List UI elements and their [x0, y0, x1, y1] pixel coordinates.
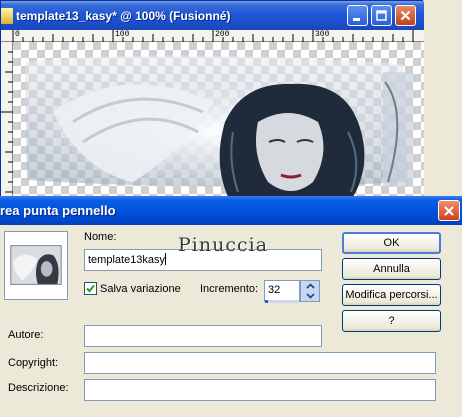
close-icon: [444, 205, 454, 216]
minimize-icon: [353, 18, 360, 21]
help-button[interactable]: ?: [342, 310, 441, 332]
increment-label: Incremento:: [200, 283, 259, 295]
increment-slider[interactable]: [265, 300, 299, 303]
description-label: Descrizione:: [8, 382, 69, 394]
copyright-input[interactable]: [84, 352, 436, 374]
save-variation-label: Salva variazione: [100, 283, 181, 295]
cancel-button[interactable]: Annulla: [342, 258, 441, 280]
increment-slider-fill: [265, 300, 269, 303]
name-label: Nome:: [84, 231, 117, 243]
document-icon: [1, 8, 13, 24]
author-label: Autore:: [8, 329, 44, 341]
chevron-up-icon: [305, 283, 315, 289]
maximize-icon: [376, 10, 387, 21]
canvas-area[interactable]: [1, 42, 424, 197]
close-icon: [400, 10, 411, 21]
increment-value: 32: [268, 284, 281, 296]
edit-paths-button[interactable]: Modifica percorsi...: [342, 284, 441, 306]
canvas-image[interactable]: [13, 42, 424, 197]
increment-down-button[interactable]: [301, 291, 319, 301]
image-window-titlebar[interactable]: template13_kasy* @ 100% (Fusionné): [1, 1, 424, 30]
text-caret: [165, 253, 167, 265]
vertical-ruler: [1, 42, 13, 197]
increment-input[interactable]: 32: [264, 280, 300, 302]
ruler-label: 300: [315, 30, 330, 39]
ruler-label: 200: [215, 30, 230, 39]
ruler-ticks: [12, 30, 414, 42]
copyright-label: Copyright:: [8, 357, 59, 369]
maximize-button[interactable]: [371, 5, 392, 26]
increment-spinner[interactable]: [300, 280, 320, 302]
increment-up-button[interactable]: [301, 281, 319, 291]
ok-button[interactable]: OK: [342, 232, 441, 254]
image-window-title: template13_kasy* @ 100% (Fusionné): [16, 9, 231, 23]
window-close-button[interactable]: [395, 5, 416, 26]
brush-dialog: rea punta pennello Nome: template13kasy …: [0, 196, 462, 417]
description-input[interactable]: [84, 379, 436, 401]
name-input-value: template13kasy: [88, 254, 166, 266]
ruler-label: 100: [115, 30, 130, 39]
dialog-titlebar[interactable]: rea punta pennello: [0, 196, 462, 225]
watermark: Pinuccia: [178, 234, 269, 256]
chevron-down-icon: [305, 293, 315, 299]
dialog-title: rea punta pennello: [0, 203, 116, 218]
dialog-close-button[interactable]: [438, 200, 460, 221]
horizontal-ruler: 0 100 200 300: [1, 30, 424, 42]
author-input[interactable]: [84, 325, 322, 347]
image-window: template13_kasy* @ 100% (Fusionné) 0 100…: [0, 0, 424, 197]
ruler-label: 0: [15, 30, 20, 39]
vertical-ruler-ticks: [1, 51, 13, 193]
save-variation-checkbox[interactable]: [84, 282, 97, 295]
checkmark-icon: [86, 284, 95, 293]
minimize-button[interactable]: [347, 5, 368, 26]
brush-preview-thumbnail: [4, 231, 68, 300]
screen: { "window": { "title": "template13_kasy*…: [0, 0, 462, 417]
